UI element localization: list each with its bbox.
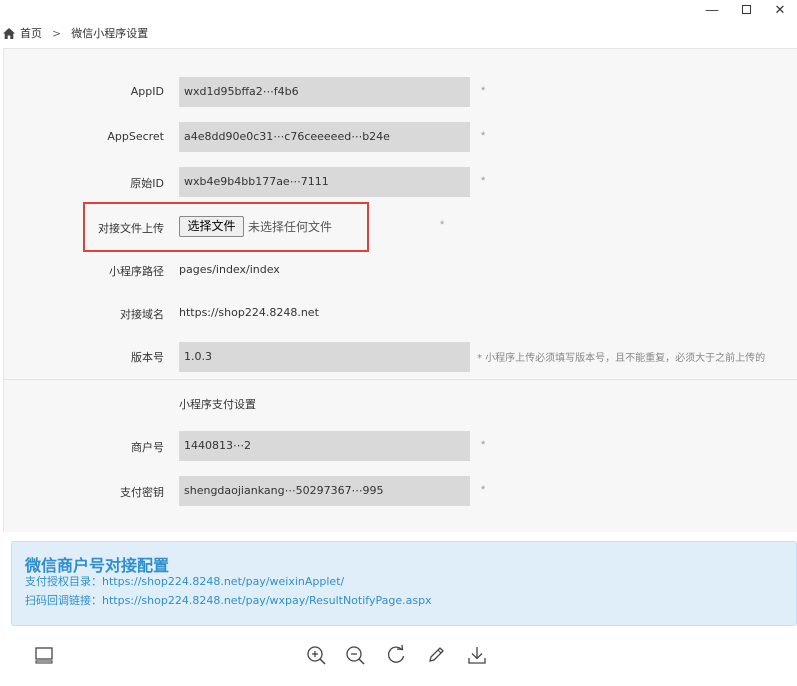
breadcrumb-separator: > xyxy=(52,26,62,40)
merchant-id-required: * xyxy=(481,439,486,451)
version-input[interactable]: 1.0.3 xyxy=(179,342,470,372)
breadcrumb: 首页 > 微信小程序设置 xyxy=(3,25,148,41)
original-id-required: * xyxy=(481,175,486,187)
appid-required: * xyxy=(481,85,486,97)
auth-directory-text: 支付授权目录：https://shop224.8248.net/pay/weix… xyxy=(25,575,345,588)
original-id-label: 原始ID xyxy=(130,177,164,190)
zoom-out-icon[interactable] xyxy=(344,644,366,666)
callback-url-text: 扫码回调链接：https://shop224.8248.net/pay/wxpa… xyxy=(25,594,432,607)
home-icon xyxy=(3,27,15,39)
merchant-id-label: 商户号 xyxy=(131,441,164,454)
maximize-button[interactable] xyxy=(731,0,761,20)
appid-label: AppID xyxy=(130,85,164,98)
path-label: 小程序路径 xyxy=(109,265,164,278)
version-note: * 小程序上传必须填写版本号，且不能重复，必须大于之前上传的 xyxy=(477,353,766,364)
merchant-id-input[interactable]: 1440813⋯2 xyxy=(179,431,470,461)
edit-icon[interactable] xyxy=(425,644,447,666)
upload-label: 对接文件上传 xyxy=(98,222,164,235)
appid-input[interactable]: wxd1d95bffa2⋯f4b6 xyxy=(179,77,470,107)
pay-key-label: 支付密钥 xyxy=(120,486,164,499)
merchant-config-info: 微信商户号对接配置 支付授权目录：https://shop224.8248.ne… xyxy=(11,541,797,626)
close-button[interactable]: ✕ xyxy=(765,0,795,20)
download-icon[interactable] xyxy=(466,644,488,666)
appsecret-input[interactable]: a4e8dd90e0c31⋯c76ceeeeed⋯b24e xyxy=(179,122,470,152)
pay-key-required: * xyxy=(481,484,486,496)
layout-icon[interactable] xyxy=(33,644,55,666)
section-divider xyxy=(3,379,797,380)
window-titlebar: — ✕ xyxy=(0,0,797,20)
domain-value: https://shop224.8248.net xyxy=(179,306,319,319)
original-id-input[interactable]: wxb4e9b4bb177ae⋯7111 xyxy=(179,167,470,197)
version-label: 版本号 xyxy=(131,351,164,364)
maximize-icon xyxy=(741,5,751,14)
payment-section-title: 小程序支付设置 xyxy=(179,398,256,411)
breadcrumb-home[interactable]: 首页 xyxy=(20,25,42,41)
zoom-in-icon[interactable] xyxy=(305,644,327,666)
appsecret-required: * xyxy=(481,130,486,142)
pay-key-input[interactable]: shengdaojiankang⋯50297367⋯995 xyxy=(179,476,470,506)
upload-required: * xyxy=(440,219,445,231)
file-status-text: 未选择任何文件 xyxy=(248,220,333,234)
choose-file-button[interactable]: 选择文件 xyxy=(179,216,244,237)
domain-label: 对接域名 xyxy=(120,308,164,321)
rotate-icon[interactable] xyxy=(385,644,407,666)
breadcrumb-current: 微信小程序设置 xyxy=(71,27,149,40)
appsecret-label: AppSecret xyxy=(107,130,164,143)
path-value: pages/index/index xyxy=(179,263,280,276)
minimize-button[interactable]: — xyxy=(697,0,727,20)
